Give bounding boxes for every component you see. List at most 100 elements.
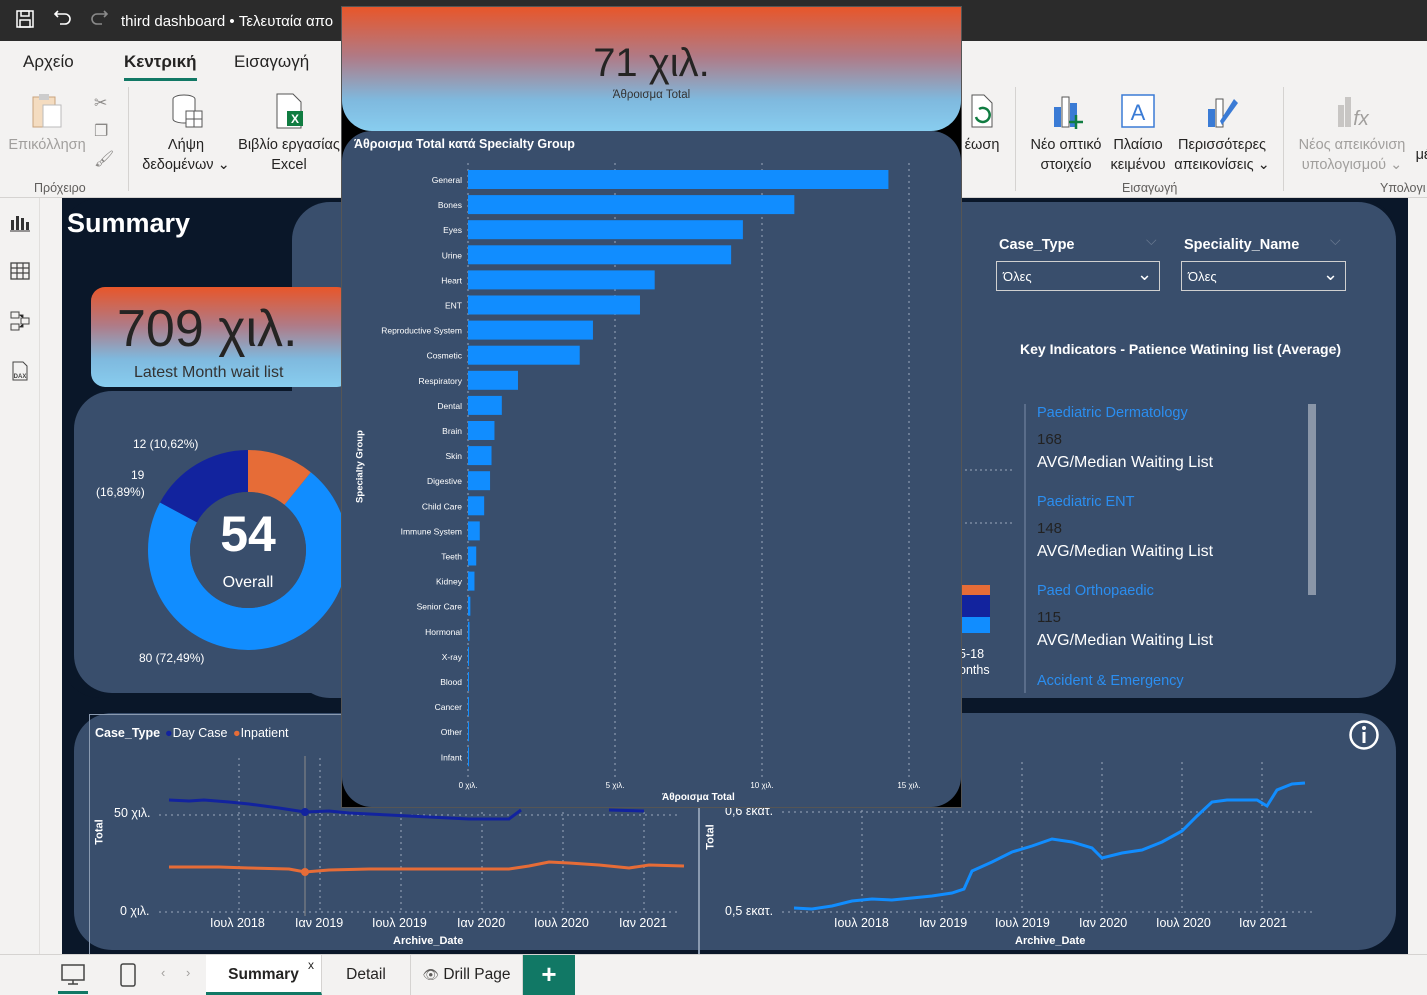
bar[interactable] <box>468 245 732 265</box>
bar[interactable] <box>468 646 469 666</box>
x-tick: Ιουλ 2019 <box>372 916 427 930</box>
model-view-icon[interactable] <box>9 310 31 332</box>
close-tab-icon[interactable]: x <box>308 945 314 985</box>
bar[interactable] <box>468 521 480 541</box>
indicator-name: Accident & Emergency <box>1037 673 1184 689</box>
undo-icon[interactable] <box>52 9 74 31</box>
x-tick: 5 χιλ. <box>606 781 625 790</box>
new-visual-button[interactable]: Νέο οπτικό στοιχείο <box>1024 91 1108 175</box>
scroll-right-icon[interactable]: › <box>186 965 190 980</box>
slicer-speciality-dropdown[interactable]: Όλες ⌄ <box>1181 261 1346 291</box>
bar[interactable] <box>468 697 469 717</box>
tab-insert[interactable]: Εισαγωγή <box>234 52 309 72</box>
x-tick: 10 χιλ. <box>750 781 773 790</box>
bar[interactable] <box>468 672 469 691</box>
y-axis-label: Total <box>93 819 106 845</box>
page-tab-detail[interactable]: Detail <box>322 955 411 995</box>
format-painter-icon[interactable]: 🖌 <box>94 149 114 169</box>
cut-icon[interactable]: ✂ <box>94 93 107 113</box>
bar[interactable] <box>468 170 889 189</box>
info-icon[interactable] <box>1348 719 1380 751</box>
report-view-icon[interactable] <box>9 212 31 234</box>
svg-text:fx: fx <box>1353 108 1370 130</box>
textbox-button[interactable]: A Πλαίσιο κειμένου <box>1108 91 1168 175</box>
redo-icon[interactable] <box>88 9 110 31</box>
popup-kpi-value: 71 χιλ. <box>593 41 710 85</box>
bar[interactable] <box>468 320 593 340</box>
x-tick: 15 χιλ. <box>897 781 920 790</box>
x-tick: 0 χιλ. <box>459 781 478 790</box>
bar[interactable] <box>468 195 795 215</box>
bar[interactable] <box>468 446 492 466</box>
y-tick: Heart <box>441 275 462 285</box>
partial-bar-segment <box>961 617 990 633</box>
x-tick: Ιαν 2019 <box>919 916 968 930</box>
bar[interactable] <box>468 395 502 415</box>
group-clipboard-label: Πρόχειρο <box>34 181 86 195</box>
save-icon[interactable] <box>14 9 36 31</box>
indicator-label: AVG/Median Waiting List <box>1037 543 1214 560</box>
new-calc-visual-button[interactable]: fx Νέος απεικόνιση υπολογισμού ⌄ <box>1292 91 1412 175</box>
bar[interactable] <box>468 621 470 641</box>
page-tab-drill[interactable]: 👁 Drill Page <box>411 955 523 995</box>
table-view-icon[interactable] <box>9 260 31 282</box>
scroll-left-icon[interactable]: ‹ <box>161 965 165 980</box>
bar[interactable] <box>468 722 469 742</box>
specialty-bar-chart[interactable]: 0 χιλ. 5 χιλ. 10 χιλ. 15 χιλ. General Bones Ey… <box>342 157 961 807</box>
indicator-name: Paediatric ENT <box>1037 494 1135 510</box>
x-tick: Ιαν 2021 <box>1239 916 1288 930</box>
desktop-layout-icon[interactable] <box>60 963 86 987</box>
tab-file[interactable]: Αρχείο <box>23 52 74 72</box>
get-data-button[interactable]: Λήψη δεδομένων ⌄ <box>138 91 234 175</box>
mobile-layout-icon[interactable] <box>118 962 138 988</box>
excel-workbook-button[interactable]: X Βιβλίο εργασίας Excel <box>234 91 344 175</box>
slicer-case-type-dropdown[interactable]: Όλες ⌄ <box>996 261 1160 291</box>
indicator-label: AVG/Median Waiting List <box>1037 454 1214 471</box>
copy-icon[interactable]: ❐ <box>94 121 108 141</box>
donut-label: (16,89%) <box>96 485 145 499</box>
indicator-accent <box>1024 582 1026 674</box>
bar[interactable] <box>468 496 485 516</box>
dax-query-icon[interactable]: DAX <box>9 360 31 382</box>
svg-text:DAX: DAX <box>14 374 27 380</box>
ribbon-separator <box>1015 87 1016 191</box>
y-tick: Senior Care <box>417 602 463 612</box>
partial-gridlines <box>960 469 1012 524</box>
bar[interactable] <box>468 345 580 365</box>
bar[interactable] <box>468 471 491 491</box>
bar[interactable] <box>468 546 477 566</box>
y-tick: Child Care <box>422 501 462 511</box>
bar[interactable] <box>468 270 655 290</box>
bar[interactable] <box>468 747 469 767</box>
donut-center-value: 54 <box>220 506 276 562</box>
paste-button[interactable]: Επικόλληση <box>6 91 88 155</box>
ribbon-separator <box>128 87 129 191</box>
popup-x-axis-label: Άθροισμα Total <box>662 792 735 803</box>
chevron-down-icon: ⌄ <box>1253 157 1270 173</box>
bar[interactable] <box>468 421 495 440</box>
kpi-card[interactable]: 709 χιλ. Latest Month wait list <box>91 287 351 387</box>
bar[interactable] <box>468 295 640 315</box>
bar[interactable] <box>468 220 743 240</box>
kpi-label: Latest Month wait list <box>134 364 284 381</box>
chevron-down-icon: ⌄ <box>213 157 230 173</box>
tooltip-page-popup[interactable]: 71 χιλ. Άθροισμα Total Άθροισμα Total κα… <box>341 6 962 808</box>
database-icon <box>172 94 203 128</box>
y-tick: Kidney <box>436 577 463 587</box>
bar[interactable] <box>468 596 471 616</box>
indicators-scrollbar[interactable] <box>1308 404 1316 595</box>
view-rail: DAX <box>0 198 40 954</box>
page-tab-summary[interactable]: Summary x <box>206 955 322 995</box>
svg-text:A: A <box>1131 100 1146 125</box>
y-tick: Teeth <box>441 552 462 562</box>
tab-home[interactable]: Κεντρική <box>124 52 197 81</box>
y-tick: 50 χιλ. <box>114 806 151 820</box>
hidden-eye-icon: 👁 <box>422 967 439 982</box>
ribbon-cut-off-label: μέ <box>1415 147 1427 163</box>
x-tick: Ιουλ 2019 <box>995 916 1050 930</box>
bar[interactable] <box>468 370 518 390</box>
add-page-button[interactable]: + <box>523 955 575 995</box>
indicator-label: AVG/Median Waiting List <box>1037 632 1214 649</box>
more-visuals-button[interactable]: Περισσότερες απεικονίσεις ⌄ <box>1170 91 1274 175</box>
bar[interactable] <box>468 571 475 591</box>
